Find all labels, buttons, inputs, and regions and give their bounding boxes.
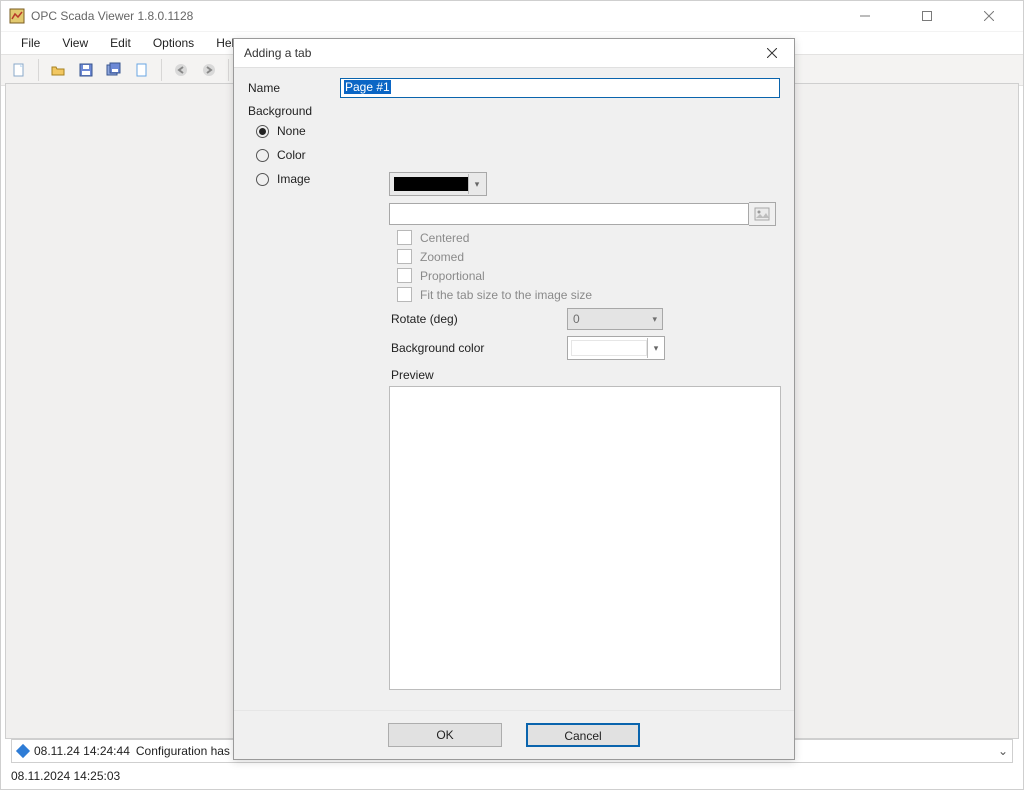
menu-view[interactable]: View xyxy=(52,34,98,52)
ok-button[interactable]: OK xyxy=(388,723,502,747)
radio-color[interactable] xyxy=(256,149,269,162)
tab-name-input[interactable]: Page #1 xyxy=(340,78,780,98)
info-icon xyxy=(16,744,30,758)
checkbox-zoomed-label: Zoomed xyxy=(420,250,464,264)
dialog-button-row: OK Cancel xyxy=(234,710,794,759)
maximize-button[interactable] xyxy=(905,2,949,30)
color-swatch xyxy=(394,177,468,191)
color-picker[interactable]: ▾ xyxy=(389,172,487,196)
chevron-down-icon: ▾ xyxy=(652,314,657,325)
preview-label: Preview xyxy=(391,368,780,382)
rotate-value: 0 xyxy=(573,312,580,326)
window-controls xyxy=(843,2,1011,30)
checkbox-centered[interactable] xyxy=(397,230,412,245)
bgcolor-swatch xyxy=(571,340,647,356)
toolbar-separator xyxy=(38,59,39,81)
rotate-input[interactable]: 0 ▾ xyxy=(567,308,663,330)
save-icon[interactable] xyxy=(74,58,98,82)
tab-name-value: Page #1 xyxy=(344,80,391,94)
radio-none-label: None xyxy=(277,124,306,138)
toolbar-separator xyxy=(228,59,229,81)
chevron-down-icon: ▾ xyxy=(647,338,664,358)
save-all-icon[interactable] xyxy=(102,58,126,82)
menu-options[interactable]: Options xyxy=(143,34,204,52)
cancel-button[interactable]: Cancel xyxy=(526,723,640,747)
browse-image-button[interactable] xyxy=(749,202,776,226)
main-window: OPC Scada Viewer 1.8.0.1128 File View Ed… xyxy=(0,0,1024,790)
checkbox-fit-label: Fit the tab size to the image size xyxy=(420,288,592,302)
forward-icon[interactable] xyxy=(197,58,221,82)
radio-image[interactable] xyxy=(256,173,269,186)
bgcolor-picker[interactable]: ▾ xyxy=(567,336,665,360)
new-doc-icon[interactable] xyxy=(7,58,31,82)
dialog-body: Name Page #1 Background None Color Image xyxy=(234,68,794,710)
background-options-column: ▾ Centered Zoomed Proportional Fit the t… xyxy=(389,126,780,690)
title-bar: OPC Scada Viewer 1.8.0.1128 xyxy=(1,1,1023,31)
image-path-input[interactable] xyxy=(389,203,749,225)
radio-none[interactable] xyxy=(256,125,269,138)
dialog-title-bar: Adding a tab xyxy=(234,39,794,68)
window-title: OPC Scada Viewer 1.8.0.1128 xyxy=(31,9,193,23)
checkbox-proportional-label: Proportional xyxy=(420,269,485,283)
status-datetime: 08.11.2024 14:25:03 xyxy=(11,769,120,783)
radio-color-label: Color xyxy=(277,148,306,162)
back-icon[interactable] xyxy=(169,58,193,82)
menu-edit[interactable]: Edit xyxy=(100,34,141,52)
bgcolor-label: Background color xyxy=(391,341,567,355)
toolbar-separator xyxy=(161,59,162,81)
checkbox-zoomed[interactable] xyxy=(397,249,412,264)
name-label: Name xyxy=(248,81,340,95)
dropdown-chevron-icon[interactable]: ⌄ xyxy=(998,744,1008,758)
checkbox-proportional[interactable] xyxy=(397,268,412,283)
background-group-label: Background xyxy=(248,104,780,118)
new-tab-icon[interactable] xyxy=(130,58,154,82)
checkbox-fit[interactable] xyxy=(397,287,412,302)
checkbox-centered-label: Centered xyxy=(420,231,469,245)
radio-image-label: Image xyxy=(277,172,310,186)
chevron-down-icon: ▾ xyxy=(468,174,485,194)
menu-file[interactable]: File xyxy=(11,34,50,52)
minimize-button[interactable] xyxy=(843,2,887,30)
preview-area xyxy=(389,386,781,690)
open-folder-icon[interactable] xyxy=(46,58,70,82)
dialog-close-button[interactable] xyxy=(760,41,784,65)
close-button[interactable] xyxy=(967,2,1011,30)
dialog-title: Adding a tab xyxy=(244,46,311,60)
rotate-label: Rotate (deg) xyxy=(391,312,567,326)
app-icon xyxy=(9,8,25,24)
status-bar: 08.11.2024 14:25:03 xyxy=(11,767,120,785)
add-tab-dialog: Adding a tab Name Page #1 Background Non… xyxy=(233,38,795,760)
log-timestamp: 08.11.24 14:24:44 xyxy=(34,744,130,758)
